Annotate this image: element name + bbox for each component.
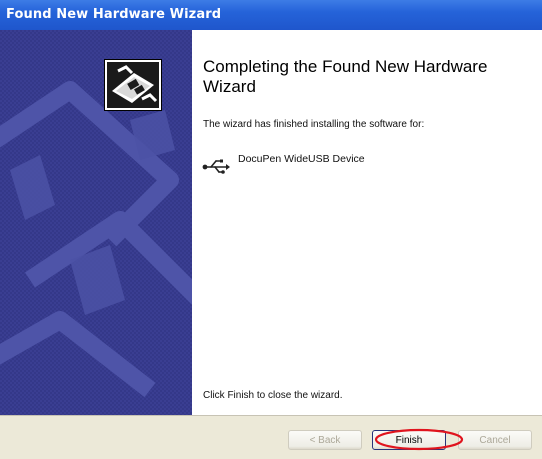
title-bar[interactable]: Found New Hardware Wizard (0, 0, 542, 30)
finish-button[interactable]: Finish (372, 430, 446, 450)
side-panel-artwork (0, 30, 192, 415)
cancel-button[interactable]: Cancel (458, 430, 532, 450)
closing-text: Click Finish to close the wizard. (203, 390, 343, 401)
button-bar: < Back Finish Cancel (0, 416, 542, 459)
back-button[interactable]: < Back (288, 430, 362, 450)
wizard-content: Completing the Found New Hardware Wizard… (192, 30, 542, 415)
window-title: Found New Hardware Wizard (6, 7, 222, 22)
device-name: DocuPen WideUSB Device (238, 153, 365, 165)
usb-icon (202, 159, 230, 174)
wizard-side-panel (0, 30, 192, 415)
wizard-window: Found New Hardware Wizard Completing the… (0, 0, 542, 459)
intro-text: The wizard has finished installing the s… (203, 119, 425, 130)
hardware-icon (104, 59, 162, 111)
page-heading: Completing the Found New Hardware Wizard (203, 57, 488, 96)
